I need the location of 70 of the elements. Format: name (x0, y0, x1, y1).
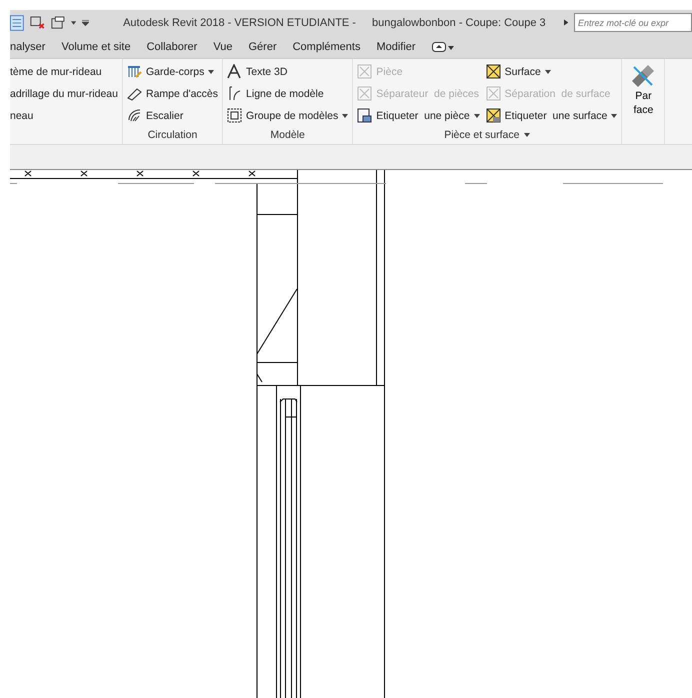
ramp-icon (126, 86, 142, 101)
ribbon-item-label: Etiqueter une pièce (376, 110, 470, 122)
document-title: bungalowbonbon - Coupe: Coupe 3 (372, 16, 546, 28)
panel-title-bar[interactable]: Pièce et surface (357, 126, 618, 144)
ribbon-item-label: Séparation de surface (504, 88, 610, 100)
dropdown-caret-icon (611, 114, 618, 118)
ribbon-item[interactable]: Texte 3D (227, 62, 348, 81)
separator-icon (357, 86, 372, 101)
ribbon-item-label: Garde-corps (146, 66, 204, 78)
ribbon-item[interactable]: Etiqueter une pièce (357, 106, 480, 125)
group-icon (227, 108, 242, 123)
room-icon (357, 64, 372, 79)
ribbon-item[interactable]: Etiqueter une surface (486, 106, 618, 125)
panel-title-bar[interactable]: Circulation (126, 126, 218, 144)
ribbon-item-label: neau (10, 110, 34, 122)
dropdown-caret-icon (544, 70, 551, 74)
ribbon-tab[interactable]: Volume et site (53, 40, 139, 52)
ribbon-item[interactable]: Rampe d'accès (126, 84, 218, 103)
ribbon-item-label: Ligne de modèle (246, 88, 324, 100)
separator-icon (486, 86, 501, 101)
expand-icon[interactable] (564, 19, 568, 26)
model-line-icon (227, 86, 242, 101)
dropdown-caret-icon (342, 114, 348, 118)
by-face-icon[interactable] (630, 63, 656, 89)
minimize-ribbon-icon[interactable] (432, 42, 454, 52)
ribbon-item-label: tème de mur-rideau (10, 66, 102, 78)
ribbon-item[interactable]: Surface (486, 62, 618, 81)
close-views-icon[interactable] (30, 14, 46, 30)
ribbon-item-label: Texte 3D (246, 66, 288, 78)
dropdown-caret-icon (474, 114, 480, 118)
ribbon-item-label: Etiqueter une surface (504, 110, 608, 122)
ribbon-item-label: Rampe d'accès (146, 88, 218, 100)
ribbon-tab[interactable]: Compléments (284, 40, 368, 52)
panel-title-bar[interactable]: Modèle (227, 126, 348, 144)
tag-icon (357, 108, 372, 123)
list-icon[interactable] (10, 14, 24, 32)
ribbon-item-label: Groupe de modèles (246, 110, 338, 122)
ribbon-item-label: Surface (504, 66, 541, 78)
dropdown-caret-icon (208, 70, 214, 74)
window-title: Autodesk Revit 2018 - VERSION ETUDIANTE - (123, 16, 356, 28)
railing-icon (126, 64, 142, 79)
ribbon-item[interactable]: Groupe de modèles (227, 106, 348, 125)
ribbon-tab[interactable]: Gérer (240, 40, 285, 52)
ribbon-item-label: Escalier (146, 110, 184, 122)
ribbon-tab[interactable]: nalyser (10, 40, 54, 52)
customize-icon[interactable] (82, 18, 90, 26)
ribbon-item[interactable]: Ligne de modèle (227, 84, 348, 103)
panel-caret-icon (524, 133, 530, 137)
ribbon-item[interactable]: Escalier (126, 106, 218, 125)
switch-windows-icon[interactable] (51, 14, 66, 30)
letter-icon (227, 64, 242, 79)
stair-icon (126, 108, 142, 123)
by-face-label: Par face (632, 89, 654, 117)
area-tag-icon (486, 108, 501, 123)
ribbon-item-label: Pièce (376, 66, 403, 78)
panel-title: Modèle (270, 129, 305, 141)
search-field[interactable]: Entrez mot-clé ou expr (574, 13, 692, 32)
ribbon-item[interactable]: adrillage du mur-rideau (10, 84, 118, 103)
caret-icon (71, 20, 76, 24)
ribbon-tab[interactable]: Collaborer (138, 40, 206, 52)
area-icon (486, 64, 501, 79)
ribbon-item[interactable]: neau (10, 106, 118, 125)
ribbon-item-label: adrillage du mur-rideau (10, 88, 118, 100)
ribbon-item[interactable]: tème de mur-rideau (10, 62, 118, 81)
ribbon-tab[interactable]: Vue (205, 40, 240, 52)
ribbon-item[interactable]: Garde-corps (126, 62, 218, 81)
panel-title: Circulation (148, 129, 198, 141)
ribbon-item-label: Séparateur de pièces (376, 88, 479, 100)
panel-title: Pièce et surface (444, 129, 520, 141)
ribbon-tab[interactable]: Modifier (368, 40, 424, 52)
